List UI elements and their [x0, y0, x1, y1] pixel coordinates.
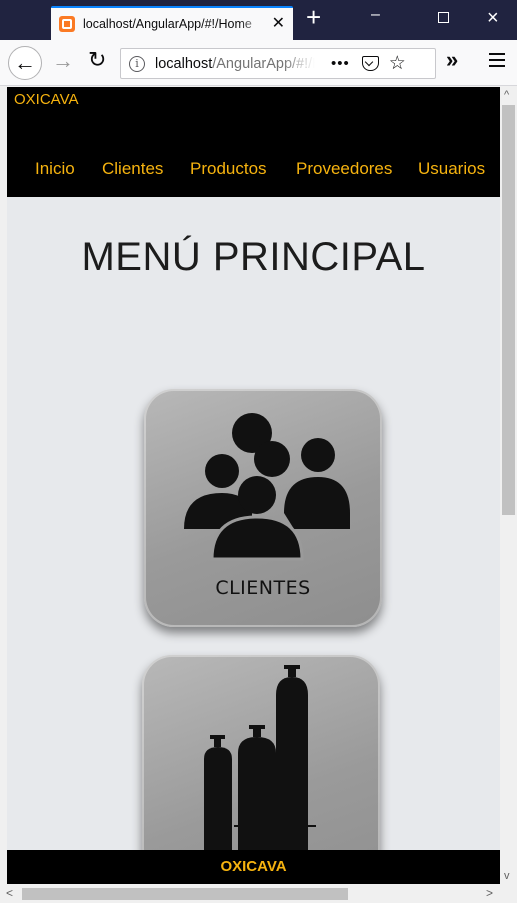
nav-item-usuarios[interactable]: Usuarios — [418, 159, 485, 179]
browser-titlebar: localhost/AngularApp/#!/Home ✕ + – × — [0, 0, 517, 40]
url-host: localhost — [155, 55, 213, 72]
browser-tab[interactable]: localhost/AngularApp/#!/Home ✕ — [51, 6, 293, 40]
scroll-down-icon[interactable]: v — [504, 870, 510, 882]
site-header: OXICAVA Inicio Clientes Productos Provee… — [7, 87, 500, 197]
maximize-button[interactable] — [438, 12, 449, 23]
site-footer: OXICAVA — [7, 850, 500, 884]
vertical-scroll-thumb[interactable] — [502, 105, 515, 515]
scroll-left-icon[interactable]: < — [6, 886, 13, 900]
vertical-scrollbar[interactable]: ^ v — [500, 87, 517, 884]
horizontal-scroll-thumb[interactable] — [22, 888, 348, 900]
bookmark-star-icon[interactable]: ☆ — [389, 54, 406, 73]
clientes-card-label: CLIENTES — [215, 577, 311, 599]
xampp-favicon-icon — [59, 16, 75, 32]
toolbar-overflow-icon[interactable]: » — [446, 49, 458, 71]
page-title: MENÚ PRINCIPAL — [81, 235, 426, 279]
minimize-button[interactable]: – — [371, 7, 380, 23]
url-bar[interactable]: i localhost/AngularApp/#!/Home ••• ☆ — [120, 48, 436, 79]
reload-button[interactable]: ↻ — [88, 49, 106, 71]
horizontal-scrollbar[interactable]: < > — [0, 884, 517, 903]
pocket-icon[interactable] — [361, 56, 379, 71]
nav-item-clientes[interactable]: Clientes — [102, 159, 163, 179]
site-info-icon[interactable]: i — [129, 55, 145, 72]
page-actions-icon[interactable]: ••• — [331, 55, 350, 72]
people-group-icon — [184, 413, 350, 561]
new-tab-button[interactable]: + — [306, 4, 321, 30]
hamburger-menu-icon[interactable] — [489, 53, 505, 71]
scroll-up-icon[interactable]: ^ — [504, 89, 509, 101]
page-viewport: OXICAVA Inicio Clientes Productos Provee… — [7, 87, 500, 884]
nav-item-inicio[interactable]: Inicio — [35, 159, 75, 179]
close-window-button[interactable]: × — [487, 8, 499, 28]
clientes-menu-card[interactable]: CLIENTES — [144, 389, 382, 627]
tab-close-icon[interactable]: ✕ — [272, 16, 285, 32]
scroll-right-icon[interactable]: > — [486, 886, 493, 900]
url-path: /AngularApp/#!/Home — [212, 55, 315, 72]
url-text[interactable]: localhost/AngularApp/#!/Home — [155, 56, 315, 72]
brand-logo-text[interactable]: OXICAVA — [14, 91, 78, 108]
forward-button[interactable]: → — [52, 50, 74, 72]
nav-item-proveedores[interactable]: Proveedores — [296, 159, 392, 179]
nav-item-productos[interactable]: Productos — [190, 159, 267, 179]
tab-title: localhost/AngularApp/#!/Home — [83, 17, 252, 31]
back-button[interactable]: ← — [8, 46, 42, 80]
browser-navbar: ← → ↻ i localhost/AngularApp/#!/Home •••… — [0, 40, 517, 86]
